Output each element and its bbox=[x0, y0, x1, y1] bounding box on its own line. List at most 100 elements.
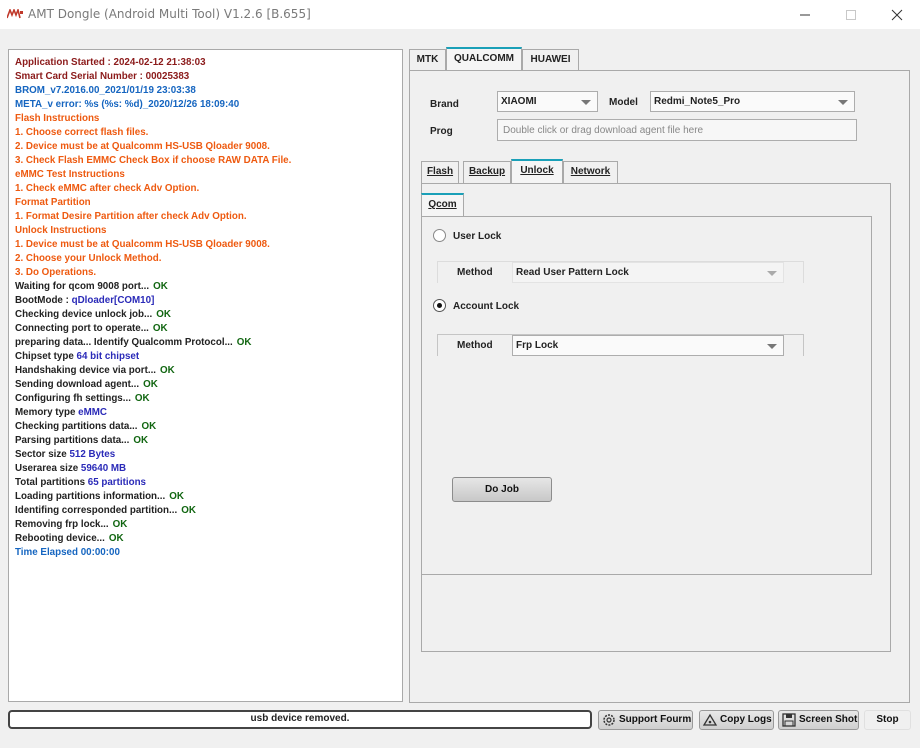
copy-logs-label: Copy Logs bbox=[720, 714, 772, 725]
log-line: Total partitions 65 partitions bbox=[15, 477, 146, 489]
account-lock-radio[interactable] bbox=[433, 299, 446, 312]
account-method-select[interactable]: Frp Lock bbox=[512, 335, 784, 356]
brand-label: Brand bbox=[430, 99, 459, 110]
close-icon bbox=[891, 9, 903, 21]
tab-qcom-label: Qcom bbox=[428, 199, 457, 210]
log-line-status: OK bbox=[133, 435, 149, 446]
log-line: 2. Device must be at Qualcomm HS-USB Qlo… bbox=[15, 141, 270, 153]
log-line-text: BROM_v7.2016.00_2021/01/19 23:03:38 bbox=[15, 85, 196, 96]
log-line-text: Handshaking device via port... bbox=[15, 365, 157, 376]
minimize-button[interactable] bbox=[782, 0, 828, 29]
tab-network[interactable]: Network bbox=[563, 161, 618, 183]
log-line-text: Flash Instructions bbox=[15, 113, 100, 124]
log-line-status: OK bbox=[143, 379, 158, 390]
stop-button[interactable]: Stop bbox=[864, 710, 911, 730]
log-line-text: Removing frp lock... bbox=[15, 519, 109, 530]
log-line-text: Rebooting device... bbox=[15, 533, 105, 544]
log-line-text: Checking partitions data... bbox=[15, 421, 138, 432]
tab-network-label: Network bbox=[570, 166, 611, 177]
log-line-status: OK bbox=[141, 421, 157, 432]
log-line-text: Sending download agent... bbox=[15, 379, 140, 390]
model-select[interactable]: Redmi_Note5_Pro bbox=[650, 91, 855, 112]
screen-shot-button[interactable]: Screen Shot bbox=[778, 710, 859, 730]
log-line-text: 3. Do Operations. bbox=[15, 267, 97, 278]
user-method-select[interactable]: Read User Pattern Lock bbox=[512, 262, 784, 283]
log-line: Waiting for qcom 9008 port... OK bbox=[15, 281, 168, 293]
log-line: Checking partitions data... OK bbox=[15, 421, 156, 433]
support-forum-button[interactable]: Support Fourm bbox=[598, 710, 693, 730]
log-line: Rebooting device... OK bbox=[15, 533, 124, 545]
log-line: Sending download agent... OK bbox=[15, 379, 158, 391]
maximize-button[interactable] bbox=[828, 0, 874, 29]
tab-backup[interactable]: Backup bbox=[463, 161, 511, 183]
log-line: Checking device unlock job... OK bbox=[15, 309, 171, 321]
log-line-text: 2. Device must be at Qualcomm HS-USB Qlo… bbox=[15, 141, 270, 152]
log-line: Identifing corresponded partition... OK bbox=[15, 505, 196, 517]
log-line-text: preparing data... Identify Qualcomm Prot… bbox=[15, 337, 233, 348]
log-line: Time Elapsed 00:00:00 bbox=[15, 547, 120, 559]
account-method-label: Method bbox=[457, 340, 493, 351]
log-line-text: Checking device unlock job... bbox=[15, 309, 153, 320]
log-panel[interactable]: Application Started : 2024-02-12 21:38:0… bbox=[8, 49, 403, 702]
log-line-status: 512 Bytes bbox=[69, 449, 116, 460]
log-line-status: OK bbox=[181, 505, 196, 516]
tab-huawei[interactable]: HUAWEI bbox=[522, 49, 579, 71]
log-line-status: OK bbox=[108, 533, 124, 544]
log-line-text: Userarea size bbox=[15, 463, 81, 474]
log-line: Userarea size 59640 MB bbox=[15, 463, 126, 475]
log-line: Application Started : 2024-02-12 21:38:0… bbox=[15, 57, 206, 69]
log-line: 3. Do Operations. bbox=[15, 267, 96, 279]
tab-backup-label: Backup bbox=[468, 166, 506, 177]
log-line-status: OK bbox=[152, 323, 168, 334]
log-line-status: OK bbox=[134, 393, 150, 404]
account-method-value: Frp Lock bbox=[516, 340, 559, 351]
log-line-text: Connecting port to operate... bbox=[15, 323, 149, 334]
log-line-status: qDloader[COM10] bbox=[71, 295, 155, 306]
user-method-value: Read User Pattern Lock bbox=[516, 267, 629, 278]
close-button[interactable] bbox=[874, 0, 920, 29]
log-line-status: OK bbox=[236, 337, 252, 348]
log-line: BROM_v7.2016.00_2021/01/19 23:03:38 bbox=[15, 85, 196, 97]
log-line-status: OK bbox=[169, 491, 184, 502]
log-line: 1. Format Desire Partition after check A… bbox=[15, 211, 247, 223]
log-line-text: Application Started : 2024-02-12 21:38:0… bbox=[15, 57, 206, 68]
log-line-text: Parsing partitions data... bbox=[15, 435, 130, 446]
tab-qualcomm[interactable]: QUALCOMM bbox=[446, 47, 522, 71]
log-line: Sector size 512 Bytes bbox=[15, 449, 115, 461]
do-job-button[interactable]: Do Job bbox=[452, 477, 552, 502]
log-line-status: OK bbox=[156, 309, 171, 320]
log-line-text: 3. Check Flash EMMC Check Box if choose … bbox=[15, 155, 292, 166]
tab-flash[interactable]: Flash bbox=[421, 161, 459, 183]
log-line-text: Total partitions bbox=[15, 477, 88, 488]
log-line-text: 1. Check eMMC after check Adv Option. bbox=[15, 183, 200, 194]
log-line: Parsing partitions data... OK bbox=[15, 435, 148, 447]
prog-file-input[interactable]: Double click or drag download agent file… bbox=[497, 119, 857, 141]
title-bar: AMT Dongle (Android Multi Tool) V1.2.6 [… bbox=[0, 0, 920, 29]
log-line: Configuring fh settings... OK bbox=[15, 393, 150, 405]
user-lock-radio[interactable] bbox=[433, 229, 446, 242]
log-line: eMMC Test Instructions bbox=[15, 169, 125, 181]
chevron-down-icon bbox=[767, 271, 777, 276]
tab-mtk[interactable]: MTK bbox=[409, 49, 446, 71]
tab-unlock[interactable]: Unlock bbox=[511, 159, 563, 183]
tab-qcom[interactable]: Qcom bbox=[421, 193, 464, 217]
brand-select[interactable]: XIAOMI bbox=[497, 91, 598, 112]
log-line-status: OK bbox=[153, 281, 168, 292]
log-line: Memory type eMMC bbox=[15, 407, 107, 419]
copy-logs-button[interactable]: Copy Logs bbox=[699, 710, 774, 730]
log-line-status: 64 bit chipset bbox=[76, 351, 140, 362]
copy-icon bbox=[702, 713, 718, 726]
log-line-text: 1. Format Desire Partition after check A… bbox=[15, 211, 247, 222]
log-line-text: 1. Choose correct flash files. bbox=[15, 127, 149, 138]
log-line-text: Loading partitions information... bbox=[15, 491, 166, 502]
log-line-text: Configuring fh settings... bbox=[15, 393, 131, 404]
log-line: 3. Check Flash EMMC Check Box if choose … bbox=[15, 155, 291, 167]
log-line-status: OK bbox=[112, 519, 128, 530]
log-line: preparing data... Identify Qualcomm Prot… bbox=[15, 337, 251, 349]
model-label: Model bbox=[609, 97, 638, 108]
tab-flash-label: Flash bbox=[426, 166, 454, 177]
brand-value: XIAOMI bbox=[501, 96, 537, 107]
log-line-text: BootMode : bbox=[15, 295, 72, 306]
maximize-icon bbox=[846, 10, 856, 20]
log-line: BootMode : qDloader[COM10] bbox=[15, 295, 154, 307]
